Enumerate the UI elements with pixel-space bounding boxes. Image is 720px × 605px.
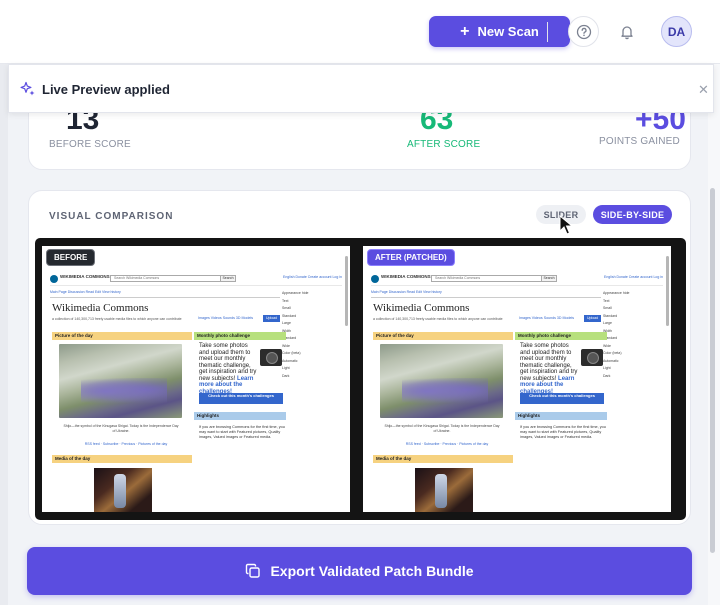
preview-mpc-text: Take some photos and upload them to meet… (520, 343, 578, 395)
preview-mpc-title: Monthly photo challenge (194, 332, 286, 340)
toast-close-button[interactable]: ✕ (698, 82, 709, 98)
preview-mpc-button: Check out this month's challenges (520, 393, 604, 404)
preview-subtitle: a collection of 140,300,713 freely usabl… (52, 317, 182, 321)
tab-side-by-side[interactable]: SIDE-BY-SIDE (593, 205, 672, 224)
preview-potd-caption: Shijo—the symbol of the Kinugasa Shigai.… (63, 424, 179, 433)
preview-potd-title: Picture of the day (52, 332, 192, 340)
preview-upload: Upload (263, 315, 280, 322)
preview-header: WIKIMEDIA COMMONS Search Wikimedia Commo… (50, 272, 342, 286)
copy-icon (246, 563, 261, 578)
after-badge: AFTER (PATCHED) (367, 249, 455, 266)
before-pane-scrollbar[interactable] (345, 256, 348, 326)
preview-logo-text: WIKIMEDIA COMMONS (381, 274, 431, 279)
scrollbar-thumb[interactable] (710, 188, 715, 553)
preview-header: WIKIMEDIA COMMONS Search Wikimedia Commo… (371, 272, 663, 286)
preview-potd-title: Picture of the day (373, 332, 513, 340)
header-divider (547, 22, 548, 42)
help-button[interactable] (568, 16, 599, 47)
preview-search-button: Search (541, 275, 557, 282)
preview-motd-title: Media of the day (52, 455, 192, 463)
preview-highlights-title: Highlights (515, 412, 607, 420)
preview-tabs: Main Page Discussion Read Edit View hist… (371, 290, 601, 298)
main-content: 13 BEFORE SCORE 63 AFTER SCORE +50 POINT… (8, 64, 708, 605)
preview-search-button: Search (220, 275, 236, 282)
preview-tabs: Main Page Discussion Read Edit View hist… (50, 290, 280, 298)
wikimedia-logo-icon (371, 275, 379, 283)
preview-mpc-text: Take some photos and upload them to meet… (199, 343, 257, 395)
camera-icon (260, 349, 282, 366)
preview-highlights-text: If you are browsing Commons for the firs… (520, 425, 606, 439)
new-scan-button[interactable]: + New Scan (429, 16, 570, 47)
preview-highlights-text: If you are browsing Commons for the firs… (199, 425, 285, 439)
preview-search: Search Wikimedia Commons (431, 275, 546, 282)
comparison-title: VISUAL COMPARISON (49, 211, 174, 222)
avatar-initials: DA (667, 24, 686, 39)
notifications-button[interactable] (611, 16, 642, 47)
preview-heading: Wikimedia Commons (52, 302, 149, 314)
preview-nav: Images Videos Sounds 3D Models (198, 316, 254, 320)
sparkles-icon (20, 81, 35, 96)
preview-links: RSS feed · Subscribe · Previous · Pictur… (405, 442, 489, 446)
avatar[interactable]: DA (661, 16, 692, 47)
after-page-preview: WIKIMEDIA COMMONS Search Wikimedia Commo… (363, 246, 671, 512)
mouse-cursor-icon (559, 215, 573, 235)
preview-appearance: Appearance hide Text Small Standard Large Wid… (603, 291, 630, 378)
preview-header-links: English Donate Create account Log in (283, 275, 342, 279)
close-icon: ✕ (698, 82, 709, 97)
export-patch-bundle-button[interactable]: Export Validated Patch Bundle (27, 547, 692, 595)
preview-highlights-title: Highlights (194, 412, 286, 420)
top-bar: + New Scan DA (0, 0, 720, 64)
live-preview-toast: Live Preview applied ✕ (8, 64, 714, 113)
camera-icon (581, 349, 603, 366)
comparison-frame: BEFORE WIKIMEDIA COMMONS Search Wikimedi… (35, 238, 686, 520)
preview-subtitle: a collection of 140,300,713 freely usabl… (373, 317, 503, 321)
before-badge: BEFORE (46, 249, 96, 266)
preview-logo-text: WIKIMEDIA COMMONS (60, 274, 110, 279)
export-label: Export Validated Patch Bundle (270, 563, 474, 579)
preview-header-links: English Donate Create account Log in (604, 275, 663, 279)
before-pane: BEFORE WIKIMEDIA COMMONS Search Wikimedi… (42, 246, 350, 512)
preview-potd-photo (59, 344, 182, 418)
preview-heading: Wikimedia Commons (373, 302, 470, 314)
preview-appearance: Appearance hide Text Small Standard Large Wid… (282, 291, 309, 378)
preview-mpc-title: Monthly photo challenge (515, 332, 607, 340)
after-pane: AFTER (PATCHED) WIKIMEDIA COMMONS Search… (363, 246, 671, 512)
points-gained-label: POINTS GAINED (599, 136, 680, 147)
preview-mpc-button: Check out this month's challenges (199, 393, 283, 404)
preview-motd-image (94, 468, 152, 512)
plus-icon: + (460, 22, 470, 40)
preview-search: Search Wikimedia Commons (110, 275, 225, 282)
new-scan-label: New Scan (477, 24, 539, 39)
preview-upload: Upload (584, 315, 601, 322)
preview-potd-caption: Shijo—the symbol of the Kinugasa Shigai.… (384, 424, 500, 433)
before-page-preview: WIKIMEDIA COMMONS Search Wikimedia Commo… (42, 246, 350, 512)
after-pane-scrollbar[interactable] (666, 256, 669, 326)
preview-potd-photo (380, 344, 503, 418)
preview-motd-image (415, 468, 473, 512)
wikimedia-logo-icon (50, 275, 58, 283)
preview-motd-title: Media of the day (373, 455, 513, 463)
left-edge (0, 64, 8, 605)
preview-links: RSS feed · Subscribe · Previous · Pictur… (84, 442, 168, 446)
visual-comparison-card: VISUAL COMPARISON SLIDER SIDE-BY-SIDE BE… (28, 190, 691, 525)
toast-title: Live Preview applied (42, 82, 170, 97)
help-icon (576, 24, 591, 39)
after-score-label: AFTER SCORE (407, 139, 481, 150)
before-score-label: BEFORE SCORE (49, 139, 131, 150)
preview-nav: Images Videos Sounds 3D Models (519, 316, 575, 320)
bell-icon (620, 25, 633, 39)
